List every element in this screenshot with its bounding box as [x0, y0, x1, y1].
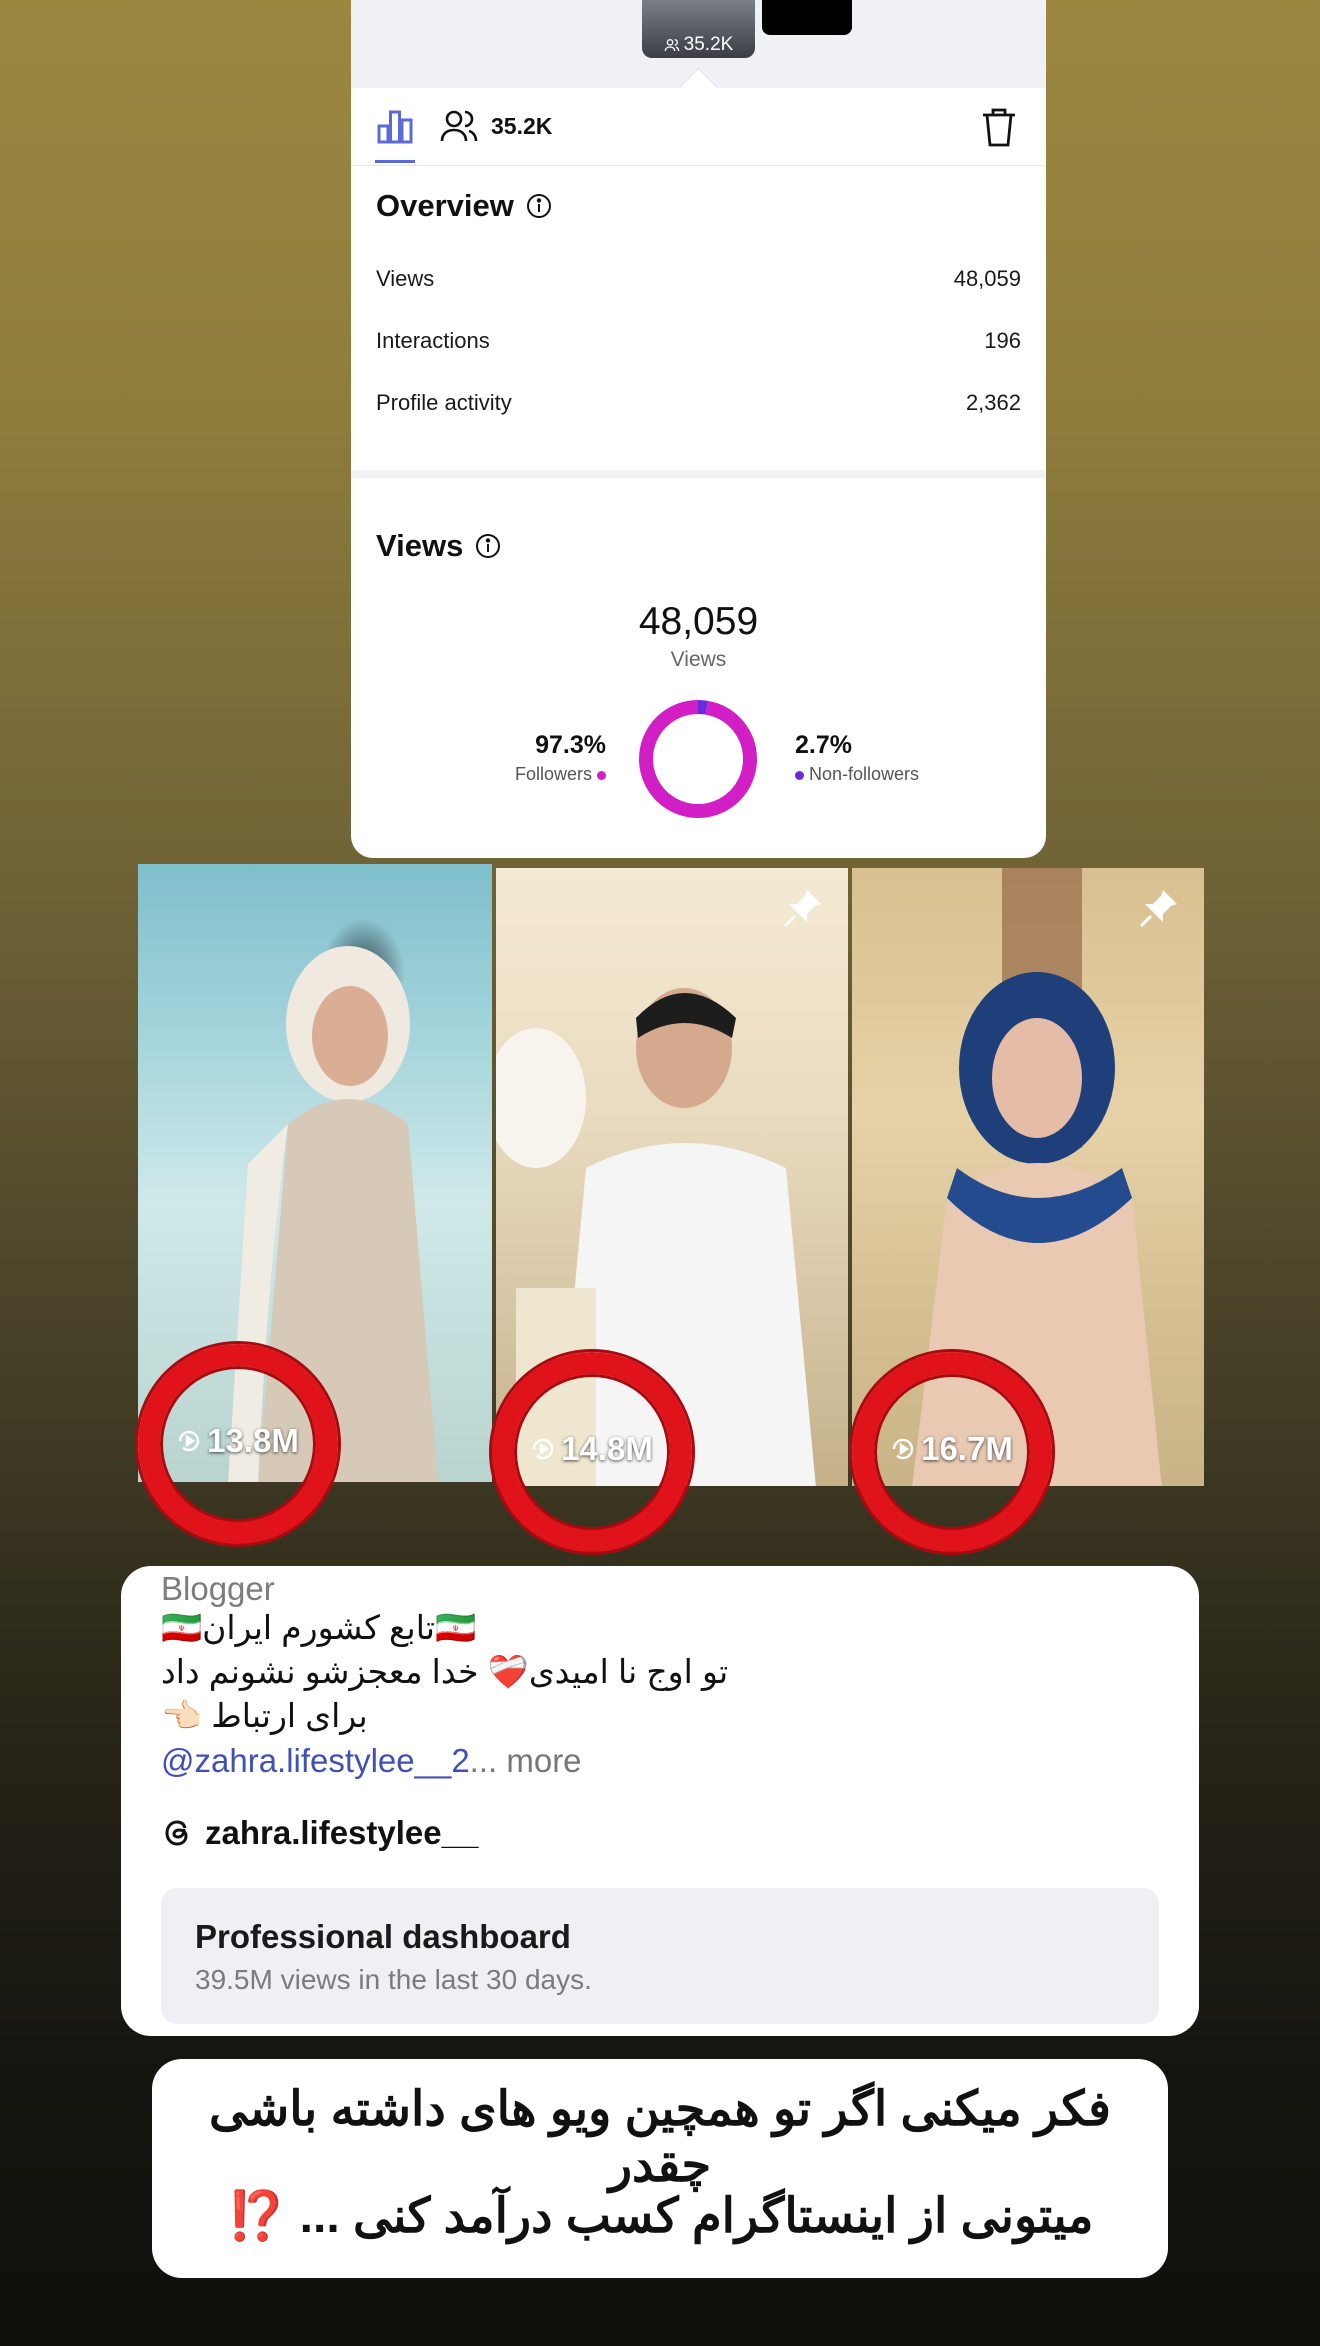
bio-link-row: @zahra.lifestylee__2... more: [161, 1742, 582, 1780]
profile-bio-card: Blogger 🇮🇷تابع کشورم ایران🇮🇷 تو اوج نا ا…: [121, 1566, 1199, 2036]
bio-line: 🇮🇷تابع کشورم ایران🇮🇷: [161, 1609, 477, 1646]
section-divider: [351, 470, 1046, 478]
post-thumbnail[interactable]: 35.2K: [642, 0, 755, 58]
donut-followers-segment: [639, 700, 757, 818]
caption-line-1: فکر میکنی اگر تو همچین ویو های داشته باش…: [209, 2083, 1111, 2192]
views-total-label: Views: [670, 648, 727, 671]
followers-dot: [597, 770, 606, 780]
nonfollowers-legend: Non-followers: [795, 764, 919, 785]
post-insights-panel: 35.2K 35.2K Overview Views 48,059 Intera…: [351, 0, 1046, 858]
overview-heading: Overview: [376, 188, 552, 224]
insights-tab-row: 35.2K: [351, 88, 1046, 166]
metric-label: Profile activity: [376, 390, 512, 415]
play-count-icon: [532, 1438, 554, 1460]
people-icon: [664, 39, 680, 52]
pin-icon: [1139, 890, 1177, 928]
metric-value: 196: [984, 328, 1021, 353]
people-icon[interactable]: [439, 108, 479, 144]
bio-mention-link[interactable]: @zahra.lifestylee__2: [161, 1742, 470, 1779]
metric-row-interactions[interactable]: Interactions 196: [376, 328, 1021, 354]
bar-chart-icon[interactable]: [375, 106, 415, 146]
play-count-icon: [892, 1438, 914, 1460]
reel-view-count-1: 13.8M: [138, 1344, 338, 1544]
professional-dashboard-button[interactable]: Professional dashboard 39.5M views in th…: [161, 1888, 1159, 2024]
metric-label: Views: [376, 266, 435, 291]
promo-caption-card: فکر میکنی اگر تو همچین ویو های داشته باش…: [152, 2059, 1168, 2278]
metric-label: Interactions: [376, 328, 490, 353]
exclamation-question-icon: ⁉️: [226, 2190, 287, 2243]
trash-icon[interactable]: [979, 106, 1019, 148]
dashboard-subtitle: 39.5M views in the last 30 days.: [195, 1964, 592, 1995]
info-icon[interactable]: [475, 533, 501, 559]
metric-value: 48,059: [953, 266, 1021, 291]
nonfollowers-percent: 2.7%: [795, 731, 852, 759]
bio-line: تو اوج نا امیدی❤️‍🩹 خدا معجزشو نشونم داد: [161, 1653, 729, 1690]
more-button[interactable]: ... more: [470, 1742, 582, 1779]
views-total: 48,059: [638, 600, 759, 643]
play-count-icon: [178, 1430, 200, 1452]
reel-view-count-3: 16.7M: [852, 1352, 1052, 1552]
dashboard-title: Professional dashboard: [195, 1918, 571, 1955]
active-tab-indicator: [375, 160, 415, 163]
reel-view-count-2: 14.8M: [492, 1352, 692, 1552]
threads-link[interactable]: zahra.lifestylee__: [161, 1814, 478, 1852]
metric-row-views[interactable]: Views 48,059: [376, 266, 1021, 292]
nonfollowers-dot: [795, 770, 804, 780]
pin-icon: [783, 890, 821, 928]
views-heading: Views: [376, 528, 501, 564]
metric-value: 2,362: [965, 390, 1021, 415]
followers-percent: 97.3%: [535, 731, 606, 759]
info-icon[interactable]: [526, 193, 552, 219]
profile-category: Blogger: [161, 1570, 275, 1607]
threads-icon: [165, 1820, 188, 1846]
tab-follower-count: 35.2K: [491, 113, 553, 139]
caption-line-2: میتونی از اینستاگرام کسب درآمد کنی ... ⁉…: [226, 2190, 1094, 2243]
metric-row-profile-activity[interactable]: Profile activity 2,362: [376, 390, 1021, 416]
followers-donut-chart: [639, 700, 757, 818]
bio-line: برای ارتباط 👈🏻: [161, 1697, 368, 1734]
thumbnail-view-count: 35.2K: [642, 34, 755, 56]
followers-legend: Followers: [431, 764, 606, 785]
post-thumbnail-secondary[interactable]: [762, 0, 852, 35]
